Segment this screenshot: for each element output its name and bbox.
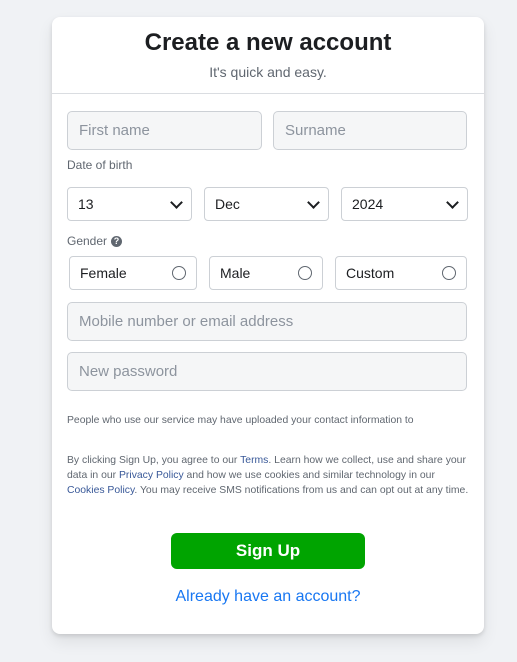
gender-label: Gender ? [67, 234, 123, 248]
terms-link[interactable]: Terms [240, 455, 268, 466]
gender-option-label: Female [80, 265, 127, 281]
first-name-placeholder: First name [79, 122, 150, 139]
cookies-policy-link[interactable]: Cookies Policy [67, 485, 134, 496]
signup-card: Create a new account It's quick and easy… [52, 17, 484, 634]
mobile-email-input[interactable]: Mobile number or email address [67, 302, 467, 341]
dob-label: Date of birth [67, 158, 133, 172]
radio-button[interactable] [172, 266, 186, 280]
chevron-down-icon [446, 195, 459, 209]
privacy-policy-link[interactable]: Privacy Policy [119, 470, 184, 481]
dob-year-value: 2024 [352, 196, 384, 212]
gender-option-female[interactable]: Female [69, 256, 197, 290]
surname-placeholder: Surname [285, 122, 346, 139]
first-name-input[interactable]: First name [67, 111, 262, 150]
password-placeholder: New password [79, 363, 178, 380]
already-have-account-link[interactable]: Already have an account? [52, 588, 484, 606]
gender-option-label: Male [220, 265, 251, 281]
page-subtitle: It's quick and easy. [209, 64, 327, 80]
gender-option-label: Custom [346, 265, 395, 281]
gender-option-male[interactable]: Male [209, 256, 323, 290]
mobile-email-placeholder: Mobile number or email address [79, 313, 294, 330]
gender-option-custom[interactable]: Custom [335, 256, 467, 290]
dob-month-dropdown[interactable]: Dec [204, 187, 329, 221]
password-input[interactable]: New password [67, 352, 467, 391]
signup-button[interactable]: Sign Up [171, 533, 365, 569]
chevron-down-icon [307, 195, 320, 209]
dob-year-dropdown[interactable]: 2024 [341, 187, 468, 221]
contact-info-notice: People who use our service may have uplo… [67, 415, 414, 426]
page-title: Create a new account [144, 29, 392, 56]
radio-button[interactable] [298, 266, 312, 280]
radio-button[interactable] [442, 266, 456, 280]
surname-input[interactable]: Surname [273, 111, 467, 150]
dob-day-value: 13 [78, 196, 94, 212]
divider [52, 93, 484, 94]
help-icon[interactable]: ? [111, 235, 123, 247]
chevron-down-icon [170, 195, 183, 209]
dob-month-value: Dec [215, 196, 240, 212]
dob-day-dropdown[interactable]: 13 [67, 187, 192, 221]
terms-text: By clicking Sign Up, you agree to our Te… [67, 455, 469, 496]
